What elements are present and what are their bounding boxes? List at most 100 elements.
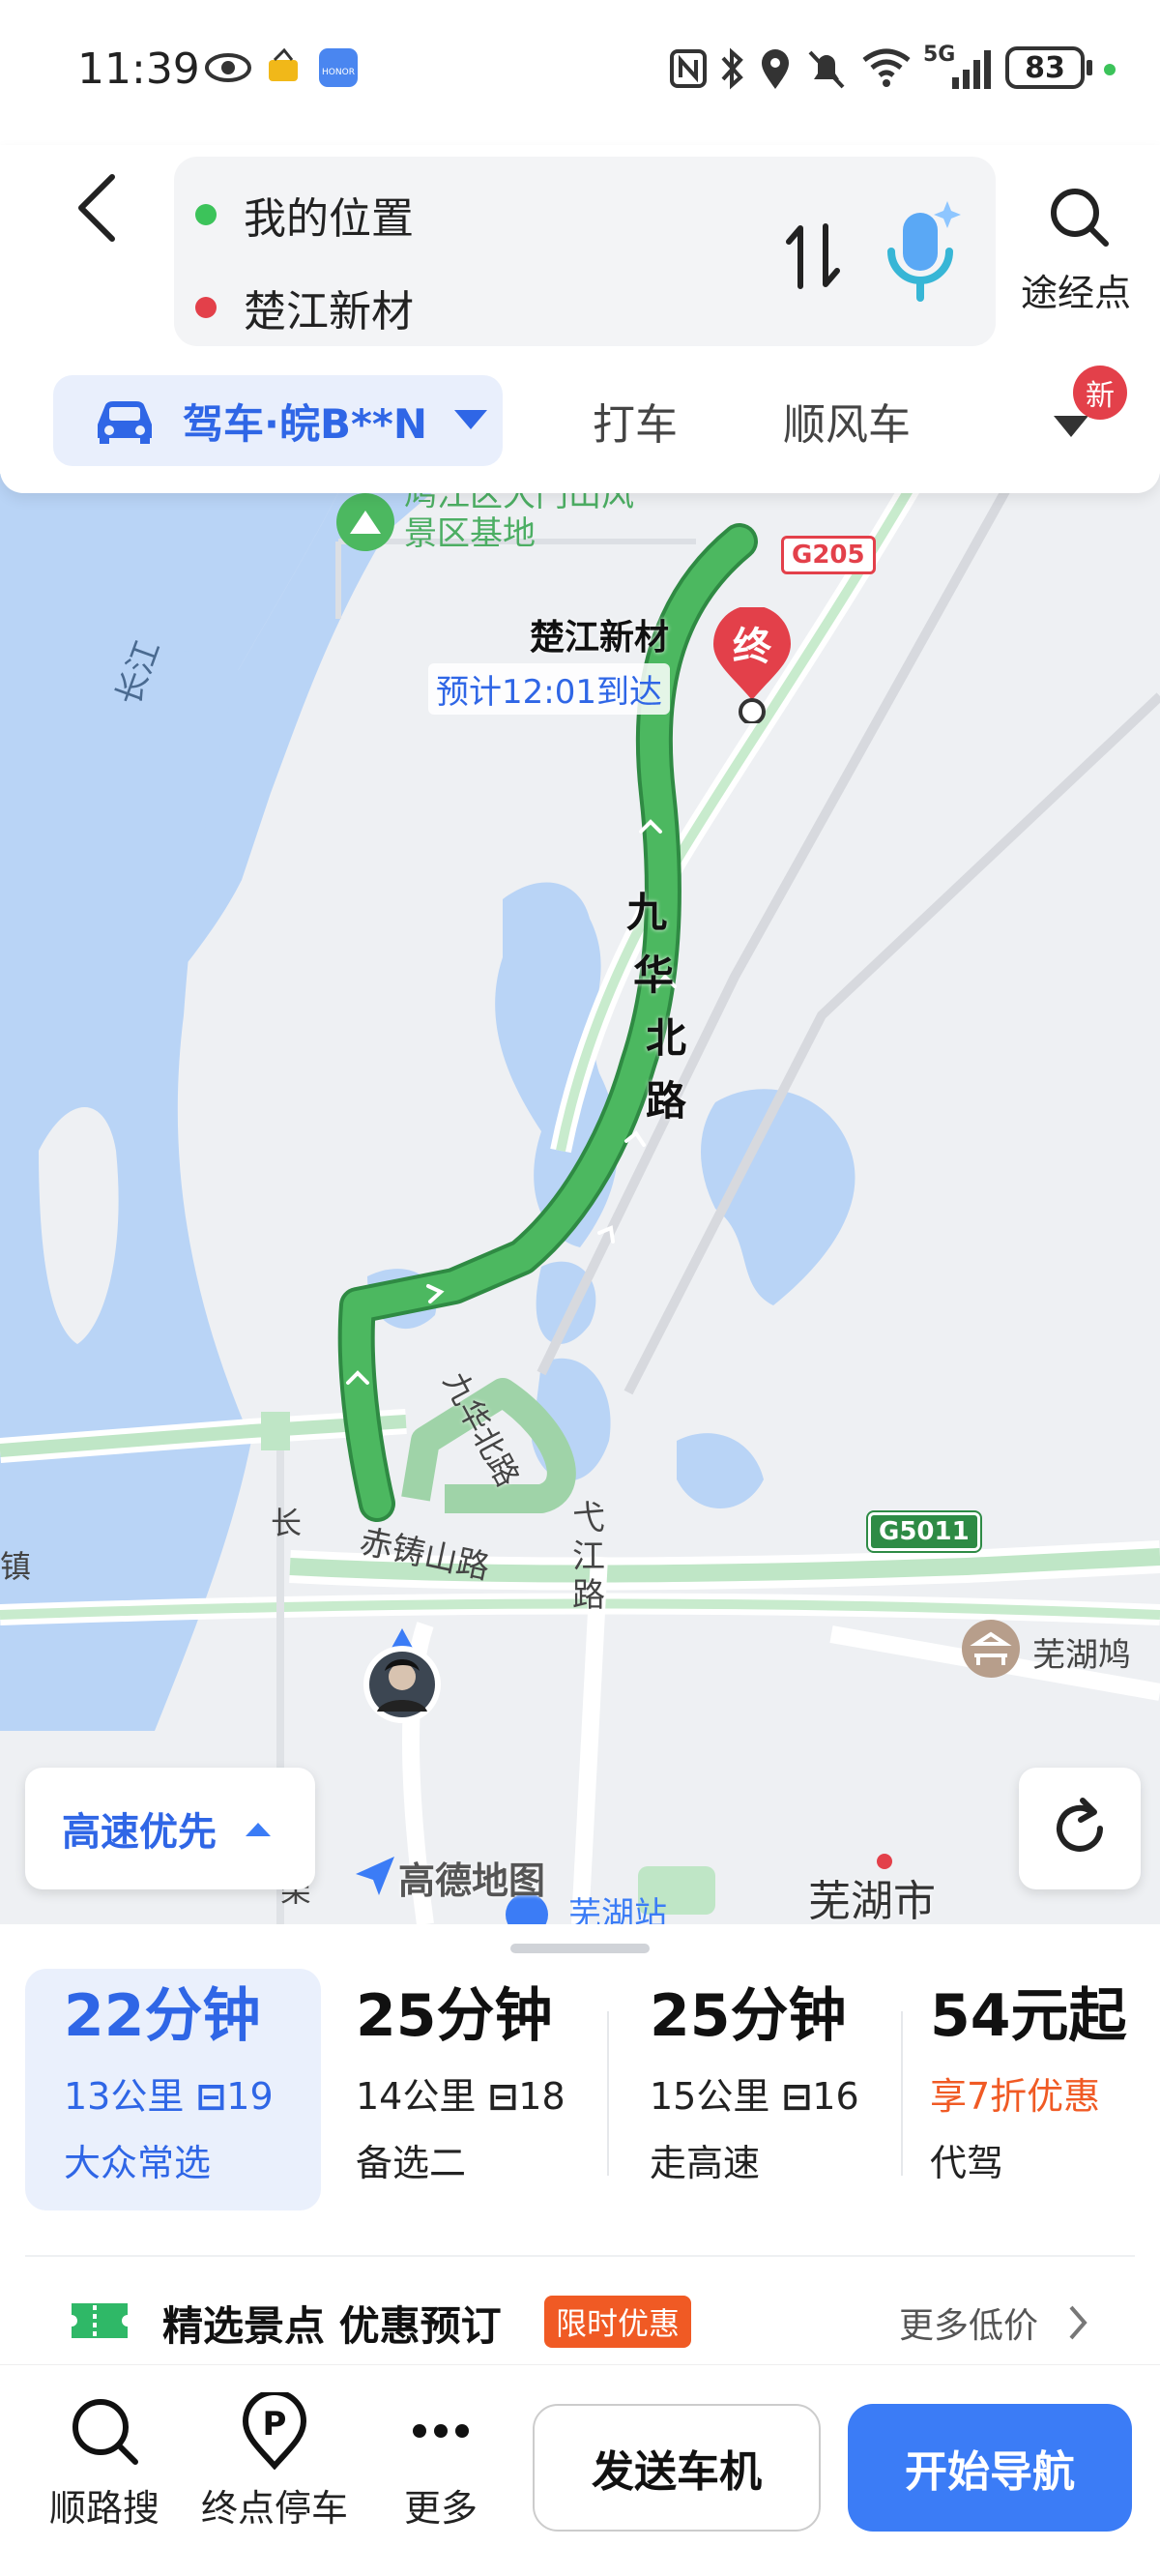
route-2-time: 25分钟 — [356, 1982, 553, 2050]
traffic-light-icon: ⊟ — [781, 2075, 813, 2118]
origin-dot — [195, 204, 217, 225]
eye-icon — [205, 53, 251, 82]
road-label-3: 北 — [646, 1014, 687, 1062]
parking-button[interactable]: P 终点停车 — [197, 2389, 352, 2532]
g5011-shield: G5011 — [866, 1510, 982, 1553]
bluetooth-icon — [721, 47, 743, 90]
waypoint-button[interactable]: 途经点 — [1021, 263, 1131, 316]
route-option-daijia[interactable]: 54元起 享7折优惠 代驾 — [930, 1969, 1127, 2210]
origin-label: 我的位置 — [244, 194, 414, 244]
poi-temple-icon — [962, 1620, 1020, 1678]
start-navigation-button[interactable]: 开始导航 — [848, 2404, 1132, 2532]
route-panel: 22分钟 13公里 ⊟19 大众常选 25分钟 14公里 ⊟18 备选二 25分… — [0, 1924, 1160, 2576]
route-3-dist: 15公里 ⊟16 — [650, 2075, 859, 2118]
daijia-price: 54元起 — [930, 1982, 1127, 2050]
route-option-3[interactable]: 25分钟 15公里 ⊟16 走高速 — [650, 1969, 859, 2210]
amap-logo: 高德地图 — [398, 1859, 546, 1902]
road-label-4: 路 — [646, 1077, 687, 1125]
road-label-1: 九 — [626, 889, 668, 936]
destination-field[interactable]: 楚江新材 — [195, 269, 414, 346]
location-icon — [762, 49, 789, 89]
app-notify-icon — [269, 47, 298, 81]
wifi-icon — [862, 48, 911, 87]
parking-label: 终点停车 — [200, 2487, 348, 2530]
eta-label: 预计12:01到达 — [428, 663, 670, 715]
more-label: 更多 — [403, 2487, 478, 2530]
tab-taxi[interactable]: 打车 — [593, 375, 678, 466]
new-badge: 新 — [1073, 366, 1127, 420]
swap-icon[interactable] — [783, 222, 845, 290]
city-label: 芜湖市 — [808, 1877, 936, 1924]
map-view[interactable]: 鸠江区大门山风景区基地 G205 楚江新材 预计12:01到达 终 九 华 北 … — [0, 474, 1160, 1924]
more-tabs-icon[interactable] — [1052, 414, 1090, 441]
dest-pin-text: 终 — [733, 625, 771, 669]
status-time: 11:39 — [77, 44, 200, 94]
divider — [901, 2011, 903, 2176]
back-arrow-icon[interactable] — [68, 169, 126, 247]
traffic-light-icon: ⊟ — [487, 2075, 519, 2118]
tab-carpool[interactable]: 顺风车 — [783, 375, 911, 466]
mode-tabs: 驾车·皖B**N 打车 顺风车 新 — [0, 366, 1160, 472]
promo-more[interactable]: 更多低价 — [899, 2298, 1038, 2348]
car-icon — [98, 401, 152, 444]
station-label: 芜湖站 — [568, 1895, 667, 1924]
road-label-yijiang: 弋江路 — [572, 1499, 605, 1615]
route-input-box: 我的位置 楚江新材 — [174, 157, 996, 346]
map-label-zhen: 镇 — [0, 1548, 32, 1585]
route-option-1[interactable]: 22分钟 13公里 ⊟19 大众常选 — [64, 1969, 274, 2210]
signal-icon — [952, 50, 991, 89]
send-to-car-button[interactable]: 发送车机 — [533, 2404, 821, 2532]
chevron-up-icon — [246, 1823, 271, 1836]
refresh-icon — [1057, 1798, 1103, 1852]
destination-dot — [195, 297, 217, 318]
poi-label: 芜湖鸠 — [1032, 1636, 1131, 1675]
map-label-chang: 长 — [271, 1505, 303, 1541]
route-3-time: 25分钟 — [650, 1982, 847, 2050]
parking-pin-icon: P — [242, 2389, 307, 2471]
current-location-marker[interactable] — [356, 1621, 449, 1737]
route-preference-label: 高速优先 — [62, 1810, 217, 1855]
route-1-time: 22分钟 — [64, 1982, 261, 2050]
route-header: 我的位置 楚江新材 途经点 驾车·皖B**N 打车 顺风车 新 — [0, 145, 1160, 493]
route-2-note: 备选二 — [356, 2142, 467, 2184]
route-3-note: 走高速 — [650, 2142, 761, 2184]
status-bar: 11:39 HONOR 5G 83 — [0, 0, 1160, 145]
svg-text:HONOR: HONOR — [322, 68, 355, 77]
route-1-dist: 13公里 ⊟19 — [64, 2075, 274, 2118]
route-option-2[interactable]: 25分钟 14公里 ⊟18 备选二 — [356, 1969, 566, 2210]
daijia-note: 代驾 — [930, 2142, 1004, 2184]
promo-title: 精选景点 优惠预订 — [162, 2302, 502, 2350]
tab-drive[interactable]: 驾车·皖B**N — [53, 375, 503, 466]
g205-shield: G205 — [781, 536, 876, 574]
search-along-button[interactable]: 顺路搜 — [37, 2392, 172, 2532]
origin-field[interactable]: 我的位置 — [195, 176, 414, 253]
divider — [607, 2011, 609, 2176]
route-1-note: 大众常选 — [64, 2142, 212, 2184]
more-button[interactable]: 更多 — [373, 2392, 508, 2532]
drag-handle[interactable] — [510, 1944, 650, 1953]
search-icon[interactable] — [1046, 184, 1114, 251]
tab-drive-label: 驾车·皖B**N — [183, 399, 428, 448]
voice-mic-icon[interactable] — [880, 197, 967, 306]
chevron-down-icon — [454, 410, 488, 429]
svg-text:P: P — [263, 2405, 287, 2444]
battery-indicator: 83 — [1005, 46, 1085, 89]
destination-label: 楚江新材 — [244, 287, 414, 337]
more-dots-icon — [413, 2424, 469, 2438]
ticket-icon — [72, 2303, 128, 2338]
promo-banner[interactable]: 精选景点 优惠预订 限时优惠 更多低价 — [0, 2282, 1160, 2359]
promo-tag: 限时优惠 — [544, 2296, 692, 2348]
search-along-label: 顺路搜 — [48, 2487, 160, 2530]
map-dest-label: 楚江新材 — [530, 618, 670, 658]
battery-tip — [1087, 60, 1092, 75]
privacy-dot — [1104, 64, 1116, 75]
chevron-right-icon — [1069, 2305, 1088, 2340]
route-preference-button[interactable]: 高速优先 — [25, 1768, 315, 1889]
traffic-light-icon: ⊟ — [195, 2075, 227, 2118]
mute-icon — [808, 50, 845, 89]
road-label-2: 华 — [633, 951, 675, 999]
honor-app-icon: HONOR — [319, 48, 358, 87]
refresh-button[interactable] — [1019, 1768, 1141, 1889]
daijia-promo: 享7折优惠 — [930, 2075, 1101, 2118]
route-2-dist: 14公里 ⊟18 — [356, 2075, 566, 2118]
